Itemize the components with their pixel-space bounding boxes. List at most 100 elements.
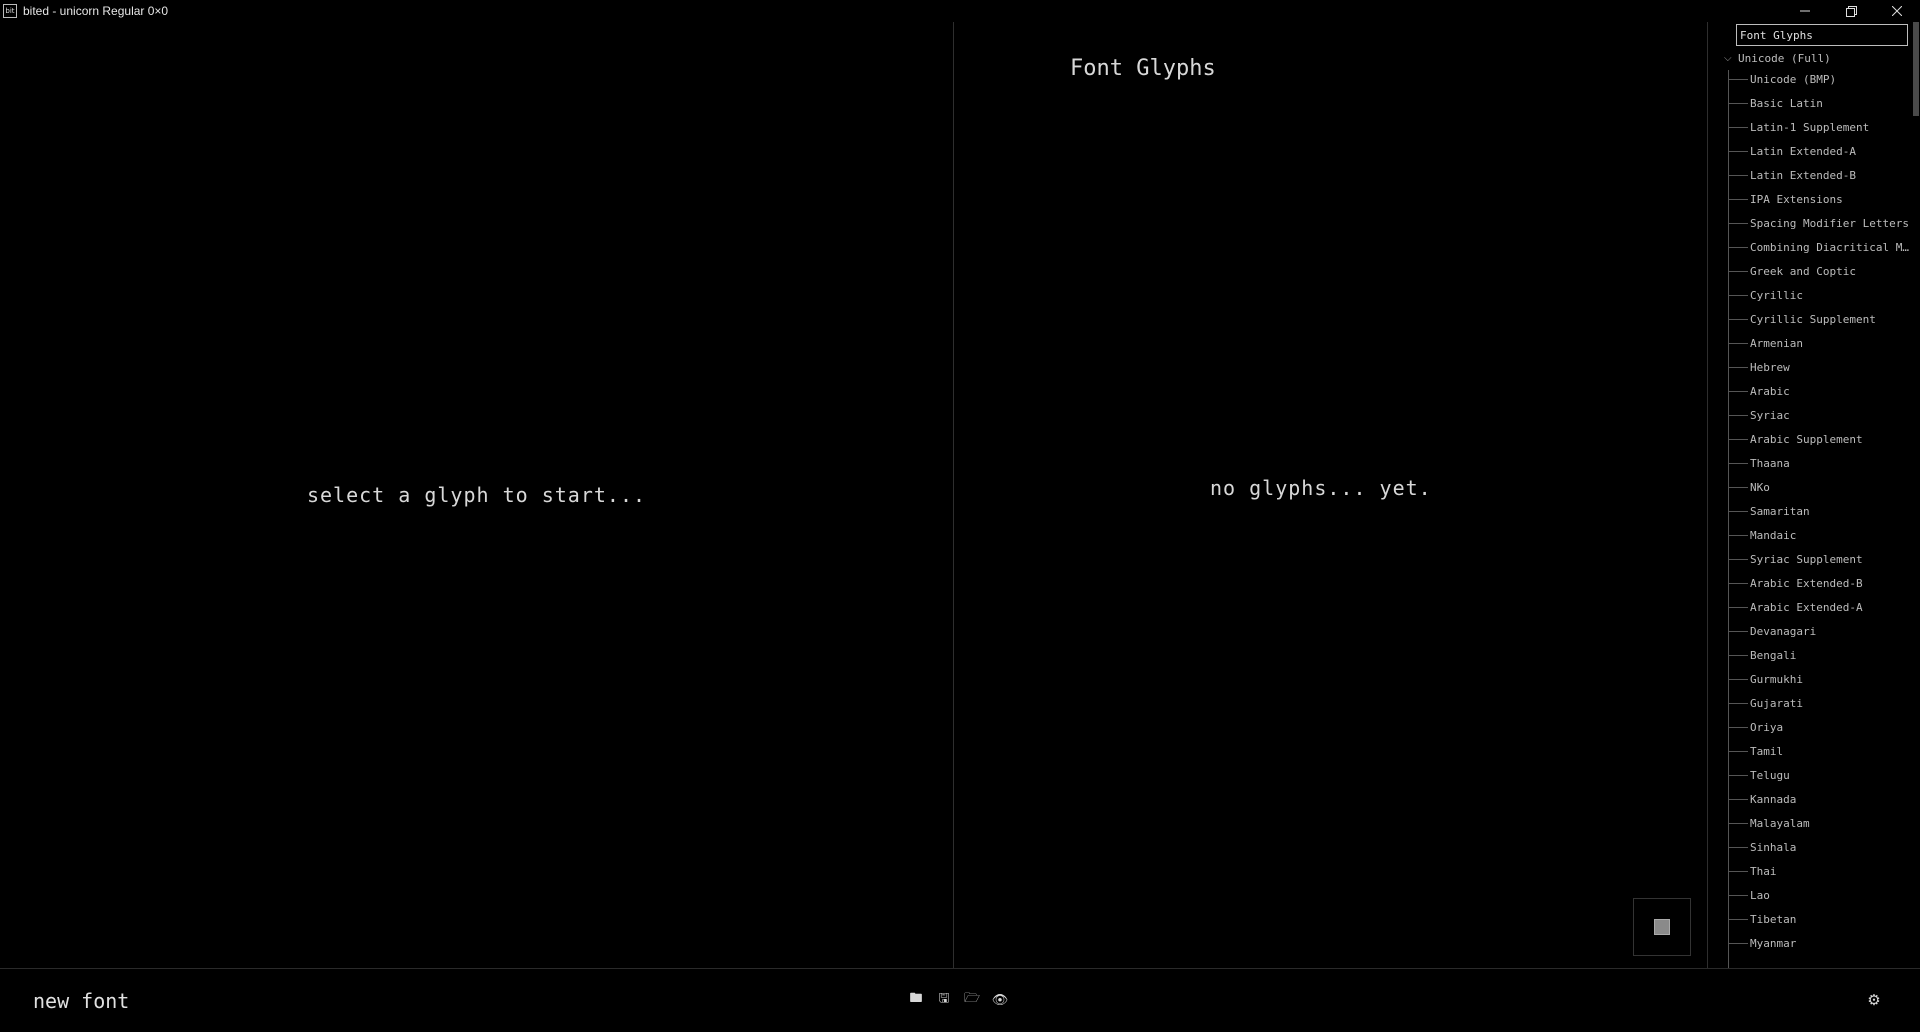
- tree-item[interactable]: Latin Extended-B: [1728, 166, 1914, 184]
- tree-item[interactable]: Latin Extended-A: [1728, 142, 1914, 160]
- open-folder-button[interactable]: 🗁: [960, 989, 984, 1011]
- file-toolbar: 🖿 🖫 🗁 👁: [904, 989, 1012, 1011]
- tree-root-unicode-full[interactable]: ⌵ Unicode (Full): [1724, 50, 1831, 66]
- new-font-button[interactable]: 🖿: [904, 989, 928, 1011]
- tree-item-label: Cyrillic Supplement: [1750, 312, 1876, 326]
- tree-item[interactable]: Hebrew: [1728, 358, 1914, 376]
- tree-item[interactable]: Thai: [1728, 862, 1914, 880]
- tree-item-label: Syriac Supplement: [1750, 552, 1863, 566]
- tree-item-label: Malayalam: [1750, 816, 1810, 830]
- tree-item[interactable]: Arabic Extended-A: [1728, 598, 1914, 616]
- tree-branch-line: [1728, 270, 1748, 272]
- tree-item[interactable]: Latin-1 Supplement: [1728, 118, 1914, 136]
- block-search-input[interactable]: [1736, 24, 1908, 46]
- tree-item[interactable]: Arabic: [1728, 382, 1914, 400]
- minimize-button[interactable]: [1782, 0, 1828, 22]
- tree-item[interactable]: Syriac Supplement: [1728, 550, 1914, 568]
- scrollbar-thumb[interactable]: [1913, 22, 1919, 116]
- tree-item-label: NKo: [1750, 480, 1770, 494]
- tree-item[interactable]: Tibetan: [1728, 910, 1914, 928]
- tree-item[interactable]: Tamil: [1728, 742, 1914, 760]
- tree-item[interactable]: Gujarati: [1728, 694, 1914, 712]
- tree-item[interactable]: Mandaic: [1728, 526, 1914, 544]
- tree-item[interactable]: Spacing Modifier Letters: [1728, 214, 1914, 232]
- tree-item-label: IPA Extensions: [1750, 192, 1843, 206]
- tree-item[interactable]: Thaana: [1728, 454, 1914, 472]
- tree-branch-line: [1728, 198, 1748, 200]
- tree-item-label: Combining Diacritical Ma...: [1750, 240, 1914, 254]
- tree-branch-line: [1728, 918, 1748, 920]
- tree-item-label: Kannada: [1750, 792, 1797, 806]
- chevron-down-icon[interactable]: ⌵: [1724, 53, 1738, 64]
- tree-branch-line: [1728, 798, 1748, 800]
- tree-item-label: Oriya: [1750, 720, 1784, 734]
- tree-item[interactable]: Sinhala: [1728, 838, 1914, 856]
- tree-item-label: Greek and Coptic: [1750, 264, 1856, 278]
- tree-item[interactable]: Arabic Extended-B: [1728, 574, 1914, 592]
- settings-button[interactable]: ⚙: [1862, 989, 1886, 1011]
- tree-item-label: Telugu: [1750, 768, 1790, 782]
- tree-branch-line: [1728, 246, 1748, 248]
- preview-eye-button[interactable]: 👁: [988, 989, 1012, 1011]
- editor-placeholder-text: select a glyph to start...: [306, 483, 647, 507]
- tree-item[interactable]: Telugu: [1728, 766, 1914, 784]
- tree-branch-line: [1728, 606, 1748, 608]
- tree-item-label: Syriac: [1750, 408, 1790, 422]
- tree-item[interactable]: Arabic Supplement: [1728, 430, 1914, 448]
- tree-item-label: Cyrillic: [1750, 288, 1803, 302]
- tree-item[interactable]: Oriya: [1728, 718, 1914, 736]
- glyphs-empty-message: no glyphs... yet.: [1210, 476, 1432, 500]
- tree-item[interactable]: Gurmukhi: [1728, 670, 1914, 688]
- tree-branch-line: [1728, 78, 1748, 80]
- close-button[interactable]: [1874, 0, 1920, 22]
- sidebar-scrollbar[interactable]: [1912, 22, 1920, 968]
- tree-item[interactable]: NKo: [1728, 478, 1914, 496]
- tree-item-label: Mandaic: [1750, 528, 1797, 542]
- glyphs-panel-title: Font Glyphs: [1070, 56, 1216, 81]
- tree-item[interactable]: Armenian: [1728, 334, 1914, 352]
- minimize-icon: [1800, 10, 1810, 12]
- save-button[interactable]: 🖫: [932, 989, 956, 1011]
- tree-item[interactable]: Basic Latin: [1728, 94, 1914, 112]
- tree-item[interactable]: Kannada: [1728, 790, 1914, 808]
- tree-item[interactable]: Malayalam: [1728, 814, 1914, 832]
- tree-item-label: Devanagari: [1750, 624, 1817, 638]
- window-controls: [1782, 0, 1920, 22]
- tree-branch-line: [1728, 582, 1748, 584]
- tree-item[interactable]: Combining Diacritical Ma...: [1728, 238, 1914, 256]
- tree-item[interactable]: Unicode (BMP): [1728, 70, 1914, 88]
- tree-item-label: Sinhala: [1750, 840, 1797, 854]
- tree-item-label: Arabic: [1750, 384, 1790, 398]
- open-folder-icon: 🗁: [963, 991, 981, 1006]
- tree-branch-line: [1728, 510, 1748, 512]
- tree-branch-line: [1728, 822, 1748, 824]
- tree-branch-line: [1728, 438, 1748, 440]
- new-font-icon: 🖿: [909, 991, 923, 1006]
- tree-item-label: Spacing Modifier Letters: [1750, 216, 1909, 230]
- tree-item-label: Arabic Extended-B: [1750, 576, 1863, 590]
- tree-item-label: Thai: [1750, 864, 1777, 878]
- gear-icon: ⚙: [1867, 991, 1881, 1009]
- tree-item[interactable]: Syriac: [1728, 406, 1914, 424]
- tree-item[interactable]: Samaritan: [1728, 502, 1914, 520]
- tree-item[interactable]: Devanagari: [1728, 622, 1914, 640]
- glyph-preview-box[interactable]: [1633, 898, 1691, 956]
- tree-item[interactable]: Lao: [1728, 886, 1914, 904]
- preview-eye-icon: 👁: [991, 992, 1009, 1008]
- tree-branch-line: [1728, 150, 1748, 152]
- tree-item[interactable]: Greek and Coptic: [1728, 262, 1914, 280]
- tree-branch-line: [1728, 102, 1748, 104]
- restore-button[interactable]: [1828, 0, 1874, 22]
- tree-item[interactable]: Myanmar: [1728, 934, 1914, 952]
- tree-item-label: Arabic Supplement: [1750, 432, 1863, 446]
- tree-item[interactable]: Bengali: [1728, 646, 1914, 664]
- tree-item[interactable]: IPA Extensions: [1728, 190, 1914, 208]
- tree-item[interactable]: Cyrillic: [1728, 286, 1914, 304]
- font-name-label[interactable]: new font: [33, 989, 129, 1013]
- tree-item[interactable]: Cyrillic Supplement: [1728, 310, 1914, 328]
- pane-splitter[interactable]: [953, 22, 954, 968]
- tree-branch-line: [1728, 870, 1748, 872]
- glyph-editor-pane[interactable]: select a glyph to start...: [0, 22, 953, 968]
- tree-branch-line: [1728, 774, 1748, 776]
- restore-icon: [1845, 5, 1857, 17]
